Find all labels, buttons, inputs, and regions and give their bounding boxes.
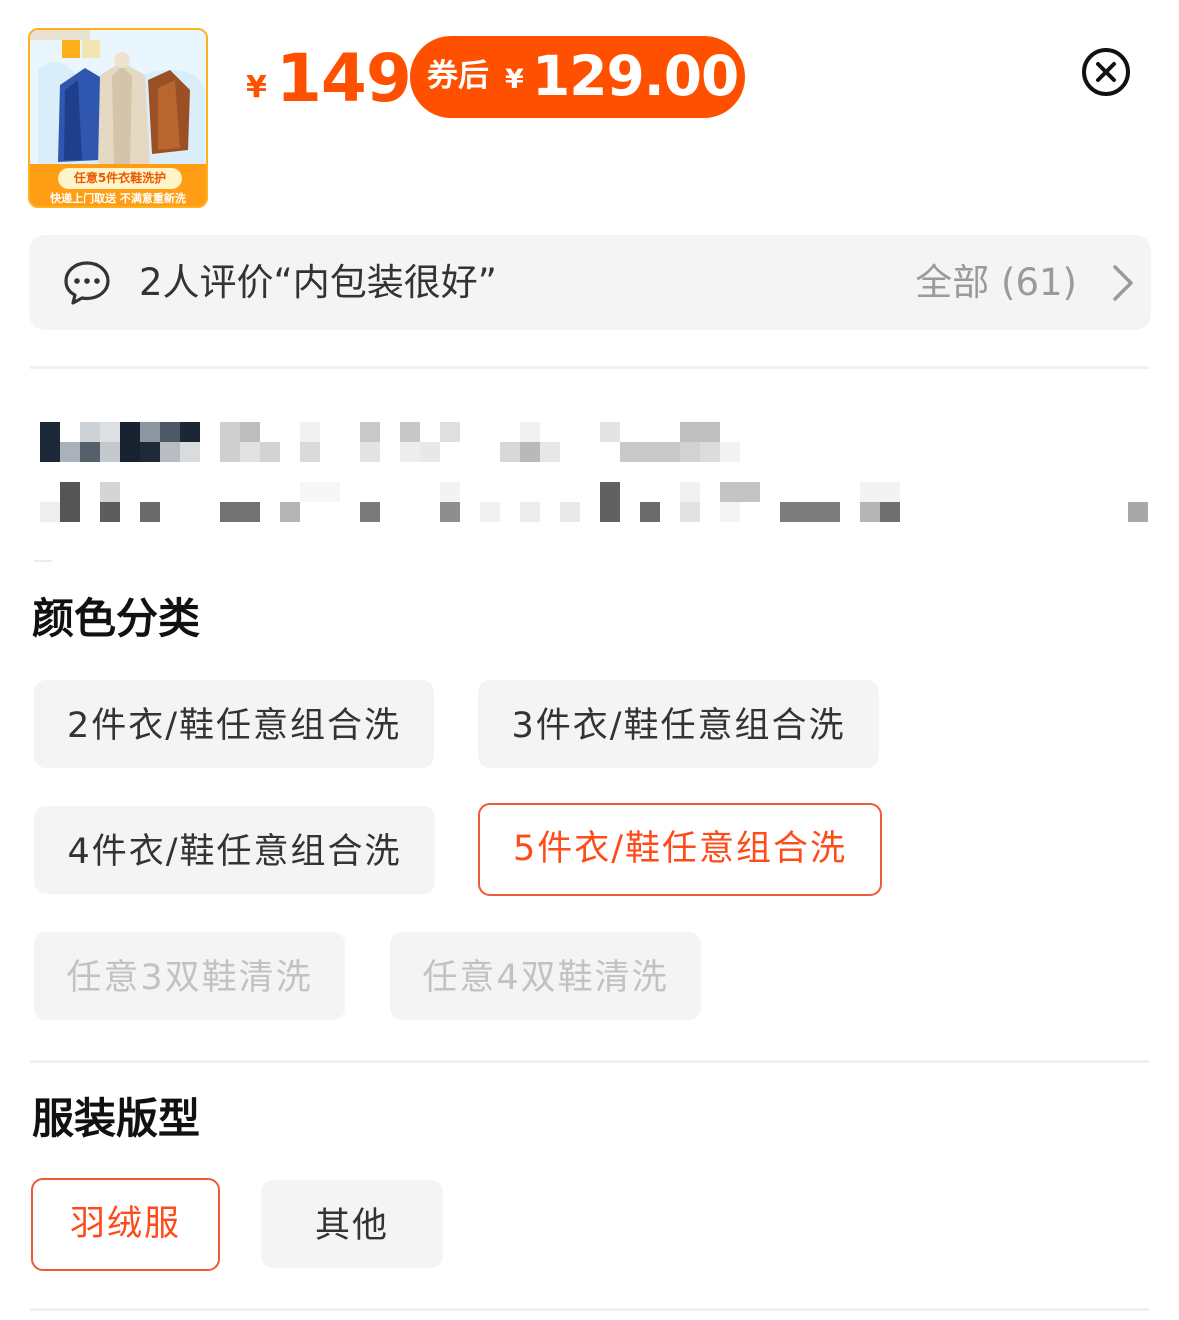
option-color-shoes-3[interactable]: 任意3双鞋清洗 <box>34 932 345 1020</box>
redacted-text-mosaic <box>0 0 1179 570</box>
option-color-4[interactable]: 4件衣/鞋任意组合洗 <box>34 806 435 894</box>
option-color-3[interactable]: 3件衣/鞋任意组合洗 <box>478 680 879 768</box>
option-color-shoes-4[interactable]: 任意4双鞋清洗 <box>390 932 701 1020</box>
divider <box>30 1308 1149 1311</box>
section-title-color: 颜色分类 <box>32 594 201 643</box>
option-color-2[interactable]: 2件衣/鞋任意组合洗 <box>34 680 434 768</box>
divider <box>30 1060 1149 1063</box>
option-style-other[interactable]: 其他 <box>261 1180 443 1268</box>
option-style-down-jacket-selected[interactable]: 羽绒服 <box>31 1178 220 1271</box>
section-title-style: 服装版型 <box>32 1094 201 1143</box>
option-color-5-selected[interactable]: 5件衣/鞋任意组合洗 <box>478 803 882 896</box>
